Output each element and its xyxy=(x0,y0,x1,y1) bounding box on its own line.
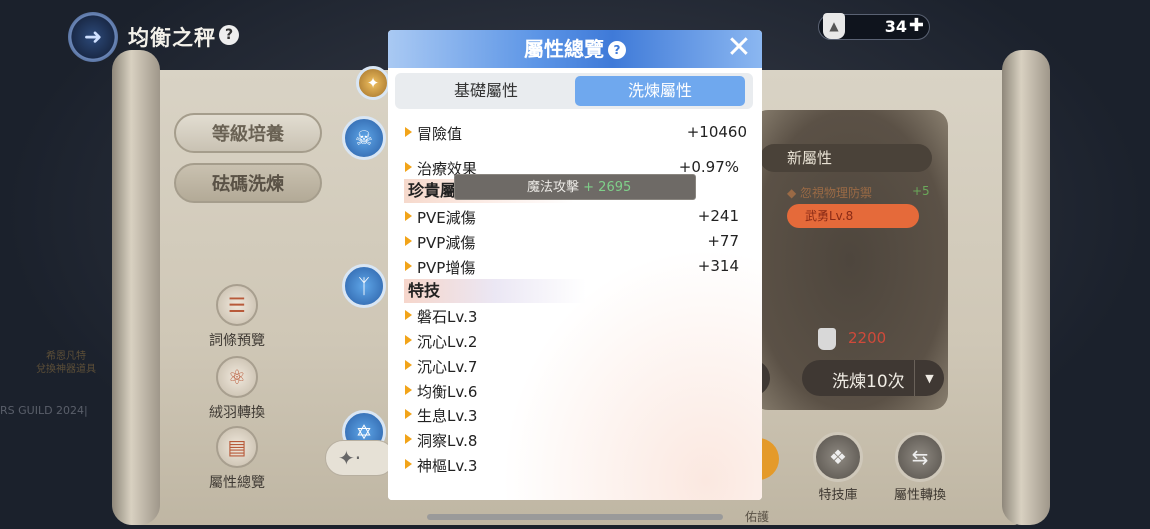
swap-icon: ⚛ xyxy=(216,356,258,398)
attr-label: 冒險值 xyxy=(417,125,463,143)
list-item: 洞察Lv.8 xyxy=(405,429,745,451)
tooltip-plus: + 2695 xyxy=(583,180,632,195)
close-icon[interactable]: ✕ xyxy=(724,33,754,63)
home-indicator-bar[interactable] xyxy=(427,514,723,520)
page-title: 均衡之秤 xyxy=(128,26,216,50)
tab-basic-attributes[interactable]: 基礎屬性 xyxy=(401,76,571,106)
question-mark-icon[interactable]: ? xyxy=(608,41,626,59)
attr-value: +314 xyxy=(697,257,739,275)
question-mark-icon[interactable]: ? xyxy=(219,25,239,45)
faint-hint-line2: 兌換神器道具 xyxy=(36,364,96,375)
new-attribute-plus: +5 xyxy=(912,184,930,198)
stat-tooltip: 魔法攻擊 + 2695 xyxy=(454,174,696,200)
arrow-icon xyxy=(405,236,412,246)
list-item: PVE減傷 +241 xyxy=(405,206,745,228)
scroll-rod-right xyxy=(1002,50,1050,525)
currency-counter: ▲ 34 ✚ xyxy=(818,13,930,40)
attr-value: +77 xyxy=(707,232,739,250)
star-select-button[interactable]: ✦· xyxy=(325,440,395,476)
attr-value: +241 xyxy=(697,207,739,225)
currency-amount: 34 xyxy=(884,17,907,36)
list-item: 磐石Lv.3 xyxy=(405,305,745,327)
chevron-down-icon[interactable]: ▼ xyxy=(914,360,944,396)
modal-title: 屬性總覽 xyxy=(524,37,604,61)
weight-icon xyxy=(818,328,836,350)
refine-cost-value: 2200 xyxy=(848,329,887,347)
skill-label: 神樞Lv.3 xyxy=(417,457,478,475)
modal-header: 屬性總覽? xyxy=(388,30,762,68)
refine-cost: 2200 xyxy=(818,328,938,350)
balance-scale-logo-icon: ➜ xyxy=(68,12,118,62)
attribute-tabs: 基礎屬性 洗煉屬性 xyxy=(395,73,753,109)
skill-label: 生息Lv.3 xyxy=(417,407,478,425)
scroll-rod-left xyxy=(112,50,160,525)
list-item: 神樞Lv.3 xyxy=(405,454,745,476)
affix-preview-tool[interactable]: ☰ 詞條預覽 xyxy=(200,284,274,350)
weight-icon: ▲ xyxy=(823,13,845,39)
arrow-icon xyxy=(405,360,412,370)
skill-label: 洞察Lv.8 xyxy=(417,432,478,450)
list-item: PVP增傷 +314 xyxy=(405,256,745,278)
attr-value: +10460 xyxy=(686,123,747,141)
weight-refine-button[interactable]: 砝碼洗煉 xyxy=(174,163,322,203)
attr-label: PVP增傷 xyxy=(417,259,476,277)
skill-scroll-icon: ❖ xyxy=(813,432,863,482)
attr-label: PVP減傷 xyxy=(417,234,476,252)
convert-icon: ⇆ xyxy=(895,432,945,482)
book-icon: ▤ xyxy=(216,426,258,468)
new-attribute-item: ◆ 忽視物理防禦 +5 xyxy=(787,184,930,200)
arrow-icon xyxy=(405,459,412,469)
attribute-overview-label: 屬性總覽 xyxy=(209,475,265,491)
list-item: 生息Lv.3 xyxy=(405,404,745,426)
refine-10-button[interactable]: 洗煉10次 ▼ xyxy=(802,360,944,396)
list-item: 均衡Lv.6 xyxy=(405,380,745,402)
section-skills: 特技 xyxy=(404,279,586,303)
rune-node-icon[interactable]: ᛉ xyxy=(342,264,386,308)
list-item: 冒險值 +10460 xyxy=(405,122,747,144)
arrow-icon xyxy=(405,310,412,320)
arrow-icon xyxy=(405,434,412,444)
tab-refine-attributes[interactable]: 洗煉屬性 xyxy=(575,76,745,106)
skill-library-label: 特技庫 xyxy=(818,488,858,503)
plus-icon[interactable]: ✚ xyxy=(909,15,924,36)
arrow-icon xyxy=(405,385,412,395)
attribute-convert-tool[interactable]: ⇆ 屬性轉換 xyxy=(888,432,952,503)
arrow-icon xyxy=(405,261,412,271)
protect-label: 佑護 xyxy=(745,510,770,524)
faint-hint-text: 希恩凡特 兌換神器道具 xyxy=(20,350,96,376)
arrow-icon xyxy=(405,211,412,221)
star-node-icon[interactable]: ✦ xyxy=(356,66,390,100)
attr-label: PVE減傷 xyxy=(417,209,476,227)
skill-label: 沉心Lv.2 xyxy=(417,333,478,351)
faint-hint-line1: 希恩凡特 xyxy=(46,351,86,362)
new-attribute-title: 新屬性 xyxy=(760,144,932,172)
skill-label: 磐石Lv.3 xyxy=(417,308,478,326)
skill-library-tool[interactable]: ❖ 特技庫 xyxy=(806,432,870,503)
attribute-overview-modal: 屬性總覽? ✕ 基礎屬性 洗煉屬性 冒險值 +10460 治療效果 +0.97%… xyxy=(388,30,762,500)
skill-label: 均衡Lv.6 xyxy=(417,383,478,401)
level-train-button[interactable]: 等級培養 xyxy=(174,113,322,153)
skill-label: 沉心Lv.7 xyxy=(417,358,478,376)
list-item: 沉心Lv.2 xyxy=(405,330,745,352)
new-attribute-item-label: 忽視物理防禦 xyxy=(800,186,873,200)
refine-10-label: 洗煉10次 xyxy=(832,372,905,392)
guild-text: RS GUILD 2024| xyxy=(0,404,88,417)
affix-preview-label: 詞條預覽 xyxy=(209,333,265,349)
new-attribute-skill: 武勇Lv.8 xyxy=(787,204,919,228)
arrow-icon xyxy=(405,409,412,419)
attribute-overview-tool[interactable]: ▤ 屬性總覽 xyxy=(200,426,274,492)
attribute-convert-label: 屬性轉換 xyxy=(893,488,946,503)
skull-node-icon[interactable]: ☠ xyxy=(342,116,386,160)
feather-convert-tool[interactable]: ⚛ 絨羽轉換 xyxy=(200,356,274,422)
arrow-icon xyxy=(405,162,412,172)
tooltip-label: 魔法攻擊 xyxy=(527,180,580,195)
list-icon: ☰ xyxy=(216,284,258,326)
arrow-icon xyxy=(405,335,412,345)
feather-convert-label: 絨羽轉換 xyxy=(209,405,265,421)
list-item: 沉心Lv.7 xyxy=(405,355,745,377)
list-item: PVP減傷 +77 xyxy=(405,231,745,253)
arrow-icon xyxy=(405,127,412,137)
